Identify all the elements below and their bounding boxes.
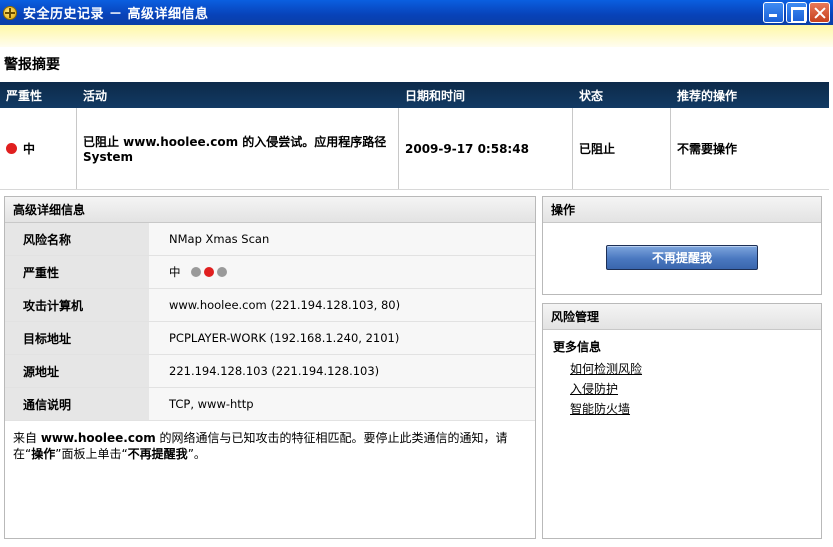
column-header-status[interactable]: 状态 <box>573 87 671 104</box>
dont-remind-me-button[interactable]: 不再提醒我 <box>606 245 758 270</box>
column-header-datetime[interactable]: 日期和时间 <box>399 87 573 104</box>
detail-row-attacker: 攻击计算机 www.hoolee.com (221.194.128.103, 8… <box>5 289 535 322</box>
detail-value: TCP, www-http <box>149 388 535 420</box>
alert-summary-table: 严重性 活动 日期和时间 状态 推荐的操作 中 已阻止 www.hoolee.c… <box>0 82 829 190</box>
detail-label: 严重性 <box>5 256 149 288</box>
operations-title: 操作 <box>543 197 821 223</box>
detail-value: 中 <box>169 265 181 279</box>
description-panel-name: 操作 <box>31 447 56 461</box>
window-controls <box>763 2 830 23</box>
header-banner <box>0 25 833 47</box>
more-info-heading: 更多信息 <box>553 340 602 354</box>
list-item: 智能防火墙 <box>570 399 821 419</box>
severity-cell: 中 <box>0 108 77 189</box>
detail-row-severity: 严重性 中 <box>5 256 535 289</box>
severity-text: 中 <box>23 142 36 156</box>
risk-links-list: 如何检测风险 入侵防护 智能防火墙 <box>543 355 821 419</box>
risk-management-title: 风险管理 <box>543 304 821 330</box>
severity-meter: 中 <box>149 256 535 288</box>
column-header-recommended[interactable]: 推荐的操作 <box>671 87 829 104</box>
advanced-details-title: 高级详细信息 <box>5 197 535 223</box>
risk-management-panel: 风险管理 更多信息 如何检测风险 入侵防护 智能防火墙 <box>542 303 822 539</box>
detail-row-source: 源地址 221.194.128.103 (221.194.128.103) <box>5 355 535 388</box>
datetime-cell: 2009-9-17 0:58:48 <box>399 108 573 189</box>
description-button-name: 不再提醒我 <box>127 447 188 461</box>
severity-level-dot-icon <box>203 267 214 277</box>
column-header-severity[interactable]: 严重性 <box>0 87 77 104</box>
column-header-activity[interactable]: 活动 <box>77 87 399 104</box>
title-bar[interactable]: 安全历史记录 － 高级详细信息 <box>0 0 833 25</box>
severity-level-dot-icon <box>190 267 201 277</box>
description-part: ”面板上单击“ <box>55 447 128 461</box>
description-part: 来自 <box>13 431 41 445</box>
link-how-to-detect-risk[interactable]: 如何检测风险 <box>570 362 642 376</box>
detail-label: 通信说明 <box>5 388 149 420</box>
list-item: 如何检测风险 <box>570 359 821 379</box>
detail-value: NMap Xmas Scan <box>149 223 535 255</box>
operations-panel: 操作 不再提醒我 <box>542 196 822 295</box>
window-title: 安全历史记录 － 高级详细信息 <box>23 7 209 22</box>
detail-row-target: 目标地址 PCPLAYER-WORK (192.168.1.240, 2101) <box>5 322 535 355</box>
detail-value: www.hoolee.com (221.194.128.103, 80) <box>149 289 535 321</box>
link-smart-firewall[interactable]: 智能防火墙 <box>570 402 630 416</box>
operations-button-wrap: 不再提醒我 <box>543 223 821 270</box>
alert-table-header: 严重性 活动 日期和时间 状态 推荐的操作 <box>0 82 829 108</box>
list-item: 入侵防护 <box>570 379 821 399</box>
severity-dot-icon <box>6 143 17 154</box>
severity-level-dot-icon <box>216 267 227 277</box>
description-site: www.hoolee.com <box>40 431 156 445</box>
detail-label: 攻击计算机 <box>5 289 149 321</box>
summary-title: 警报摘要 <box>4 57 60 73</box>
detail-label: 源地址 <box>5 355 149 387</box>
detail-label: 风险名称 <box>5 223 149 255</box>
advanced-details-panel: 高级详细信息 风险名称 NMap Xmas Scan 严重性 中 攻击计算机 w… <box>4 196 536 539</box>
detail-value: PCPLAYER-WORK (192.168.1.240, 2101) <box>149 322 535 354</box>
shield-globe-icon <box>3 5 17 20</box>
maximize-icon[interactable] <box>786 2 807 23</box>
description-text: 来自 www.hoolee.com 的网络通信与已知攻击的特征相匹配。要停止此类… <box>5 421 535 471</box>
close-icon[interactable] <box>809 2 830 23</box>
link-intrusion-prevention[interactable]: 入侵防护 <box>570 382 618 396</box>
detail-row-risk-name: 风险名称 NMap Xmas Scan <box>5 223 535 256</box>
minimize-icon[interactable] <box>763 2 784 23</box>
detail-row-traffic: 通信说明 TCP, www-http <box>5 388 535 421</box>
table-row[interactable]: 中 已阻止 www.hoolee.com 的入侵尝试。应用程序路径 System… <box>0 108 829 190</box>
detail-value: 221.194.128.103 (221.194.128.103) <box>149 355 535 387</box>
description-part: ”。 <box>187 447 206 461</box>
activity-cell: 已阻止 www.hoolee.com 的入侵尝试。应用程序路径 System <box>77 108 399 189</box>
status-cell: 已阻止 <box>573 108 671 189</box>
recommended-cell: 不需要操作 <box>677 142 738 156</box>
detail-label: 目标地址 <box>5 322 149 354</box>
